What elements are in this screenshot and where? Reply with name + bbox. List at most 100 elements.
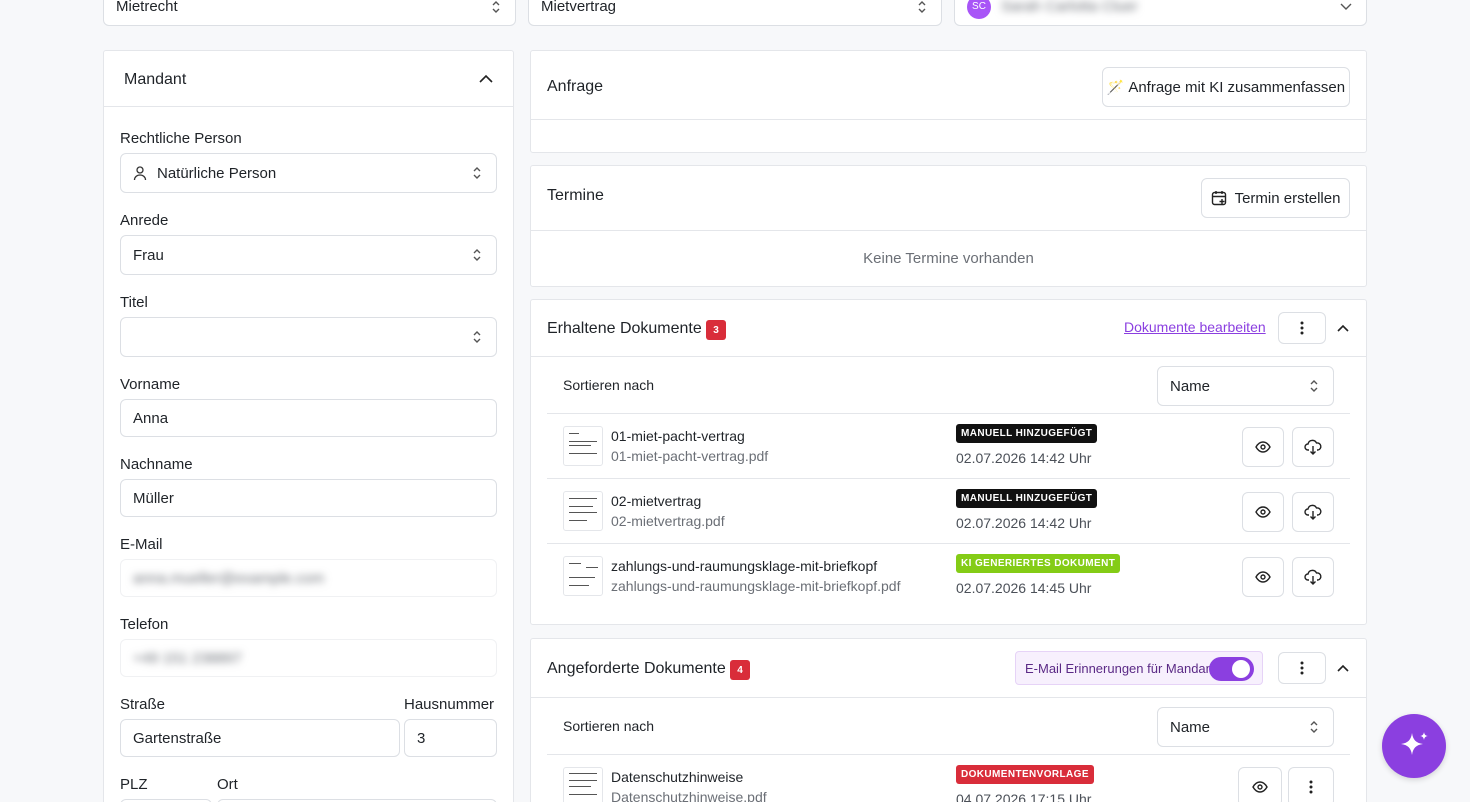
document-date: 02.07.2026 14:45 Uhr: [956, 580, 1092, 596]
view-button[interactable]: [1242, 492, 1284, 532]
more-vertical-icon: [1300, 321, 1304, 335]
create-termin-button[interactable]: Termin erstellen: [1201, 178, 1350, 218]
rechtliche-person-label: Rechtliche Person: [120, 130, 242, 147]
document-date: 04.07.2026 17:15 Uhr: [956, 791, 1092, 802]
hausnummer-field[interactable]: 3: [404, 719, 497, 757]
cloud-download-icon: [1304, 504, 1322, 520]
telefon-field[interactable]: +49 151 238897: [120, 639, 497, 677]
plz-label: PLZ: [120, 776, 148, 793]
vorname-value: Anna: [133, 409, 169, 427]
download-button[interactable]: [1292, 427, 1334, 467]
document-name[interactable]: 02-mietvertrag: [611, 493, 701, 509]
ai-assistant-button[interactable]: [1382, 714, 1446, 778]
titel-select[interactable]: [120, 317, 497, 357]
sort-label: Sortieren nach: [563, 377, 655, 393]
document-date: 02.07.2026 14:42 Uhr: [956, 450, 1092, 466]
person-icon: [133, 165, 147, 180]
anrede-select[interactable]: Frau: [120, 235, 497, 275]
summarize-button[interactable]: 🪄 Anfrage mit KI zusammenfassen: [1102, 67, 1350, 107]
document-name[interactable]: 01-miet-pacht-vertrag: [611, 428, 745, 444]
divider: [547, 413, 1350, 414]
document-name[interactable]: Datenschutzhinweise: [611, 769, 743, 785]
sort-select[interactable]: Name: [1157, 707, 1334, 747]
chevron-up-icon[interactable]: [479, 74, 493, 84]
termine-title: Termine: [547, 187, 604, 204]
vertragsart-select[interactable]: Mietvertrag: [528, 0, 942, 26]
summarize-label: Anfrage mit KI zusammenfassen: [1128, 78, 1346, 96]
mandant-title: Mandant: [124, 71, 187, 88]
email-label: E-Mail: [120, 536, 163, 553]
sort-value: Name: [1170, 377, 1211, 395]
document-thumbnail: [563, 426, 603, 466]
angeforderte-dokumente-card: Angeforderte Dokumente 4 E-Mail Erinneru…: [530, 638, 1367, 802]
cloud-download-icon: [1304, 439, 1322, 455]
avatar: SC: [967, 0, 991, 19]
document-name[interactable]: zahlungs-und-raumungsklage-mit-briefkopf: [611, 558, 877, 574]
reminder-toggle[interactable]: [1209, 657, 1254, 681]
eye-icon: [1252, 781, 1268, 793]
vorname-label: Vorname: [120, 376, 181, 393]
divider: [547, 478, 1350, 479]
divider: [104, 106, 513, 107]
email-field[interactable]: anna.mueller@example.com: [120, 559, 497, 597]
chevron-up-icon[interactable]: [1337, 324, 1349, 332]
chevron-updown-icon: [492, 0, 500, 13]
chevron-updown-icon: [1310, 380, 1318, 392]
chevron-up-icon[interactable]: [1337, 664, 1349, 672]
download-button[interactable]: [1292, 557, 1334, 597]
download-button[interactable]: [1292, 492, 1334, 532]
assignee-name: Sarah Carlotta Cluer: [1001, 0, 1138, 15]
reminder-label: E-Mail Erinnerungen für Mandant: [1025, 661, 1217, 676]
rechtliche-person-value: Natürliche Person: [157, 164, 277, 182]
cloud-download-icon: [1304, 569, 1322, 585]
edit-documents-link[interactable]: Dokumente bearbeiten: [1124, 319, 1266, 335]
document-thumbnail: [563, 491, 603, 531]
strasse-value: Gartenstraße: [133, 729, 222, 747]
rechtsgebiet-select[interactable]: Mietrecht: [103, 0, 516, 26]
divider: [547, 543, 1350, 544]
sparkle-icon: [1401, 732, 1428, 755]
eye-icon: [1255, 506, 1271, 518]
document-file: Datenschutzhinweise.pdf: [611, 789, 767, 802]
more-vertical-icon: [1309, 780, 1313, 794]
view-button[interactable]: [1238, 767, 1282, 802]
count-badge: 3: [706, 320, 726, 340]
more-vertical-icon: [1300, 661, 1304, 675]
more-options-button[interactable]: [1278, 312, 1326, 344]
divider: [531, 119, 1366, 120]
hausnummer-label: Hausnummer: [404, 696, 495, 713]
divider: [531, 230, 1366, 231]
document-file: 01-miet-pacht-vertrag.pdf: [611, 448, 769, 464]
nachname-label: Nachname: [120, 456, 193, 473]
telefon-value: +49 151 238897: [133, 649, 242, 667]
chevron-updown-icon: [473, 167, 481, 179]
sort-value: Name: [1170, 718, 1211, 736]
view-button[interactable]: [1242, 557, 1284, 597]
email-value: anna.mueller@example.com: [133, 569, 325, 587]
titel-label: Titel: [120, 294, 148, 311]
strasse-field[interactable]: Gartenstraße: [120, 719, 400, 757]
more-options-button[interactable]: [1288, 767, 1334, 802]
sort-label: Sortieren nach: [563, 718, 655, 734]
assignee-select[interactable]: SC Sarah Carlotta Cluer: [954, 0, 1367, 26]
status-badge: MANUELL HINZUGEFÜGT: [956, 424, 1098, 443]
vorname-field[interactable]: Anna: [120, 399, 497, 437]
anrede-label: Anrede: [120, 212, 169, 229]
rechtliche-person-select[interactable]: Natürliche Person: [120, 153, 497, 193]
nachname-field[interactable]: Müller: [120, 479, 497, 517]
sort-select[interactable]: Name: [1157, 366, 1334, 406]
status-badge: MANUELL HINZUGEFÜGT: [956, 489, 1098, 508]
view-button[interactable]: [1242, 427, 1284, 467]
ort-label: Ort: [217, 776, 238, 793]
calendar-plus-icon: [1211, 191, 1226, 206]
eye-icon: [1255, 571, 1271, 583]
status-badge: KI GENERIERTES DOKUMENT: [956, 554, 1121, 573]
divider: [531, 356, 1366, 357]
toggle-knob: [1232, 660, 1250, 678]
divider: [531, 697, 1366, 698]
angeforderte-title: Angeforderte Dokumente: [547, 660, 726, 677]
rechtsgebiet-value: Mietrecht: [116, 0, 178, 15]
eye-icon: [1255, 441, 1271, 453]
more-options-button[interactable]: [1278, 652, 1326, 684]
count-badge: 4: [730, 660, 750, 680]
